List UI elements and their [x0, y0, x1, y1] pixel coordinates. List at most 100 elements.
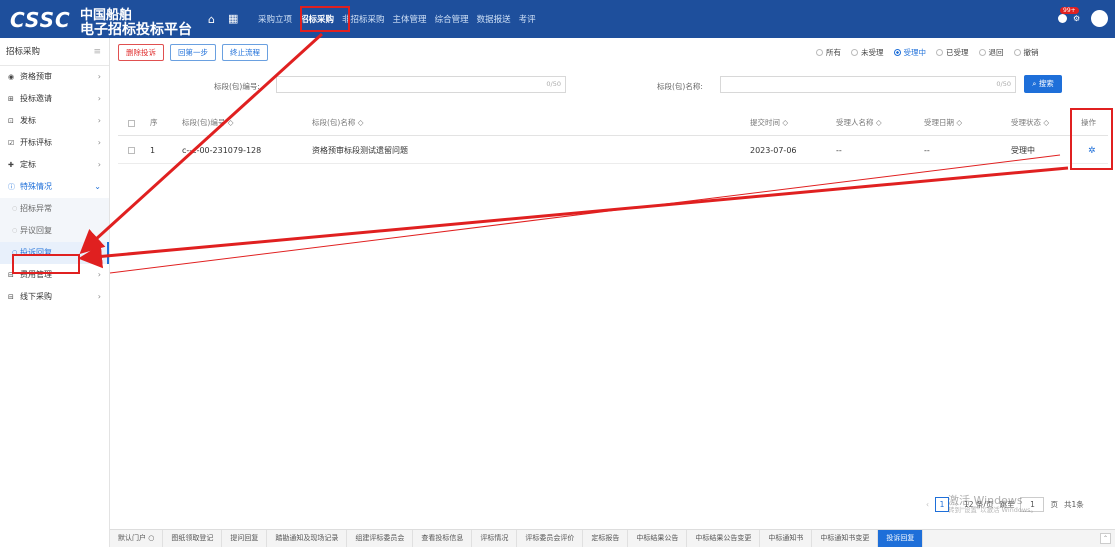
- tab-complaint-reply[interactable]: 投诉回复: [878, 530, 924, 547]
- char-count: 0/50: [996, 80, 1011, 88]
- sidebar-item-label: 特殊情况: [20, 182, 52, 191]
- sidebar-title: 招标采购 ≡: [0, 38, 109, 66]
- bell-icon[interactable]: [1058, 14, 1067, 23]
- app-root: CSSC 中国船舶 电子招标投标平台 ⌂ ▦ 采购立项 招标采购 非招标采购 主…: [0, 0, 1115, 547]
- chevron-right-icon: ›: [97, 138, 101, 147]
- chevron-down-icon: ⌄: [94, 182, 101, 191]
- search-button-label: 搜索: [1038, 79, 1054, 88]
- invite-icon: ⊞: [8, 95, 14, 103]
- sidebar-sub-label: 异议回复: [20, 226, 52, 235]
- tab-committee[interactable]: 组建评标委员会: [347, 530, 414, 547]
- delete-complaint-button[interactable]: 删除投诉: [118, 44, 164, 61]
- select-all-checkbox[interactable]: [128, 110, 135, 136]
- sidebar-sub-exception[interactable]: ○ 招标异常: [0, 198, 109, 220]
- nav-item-general[interactable]: 综合管理: [435, 13, 469, 25]
- row-checkbox[interactable]: [128, 138, 135, 164]
- nav-item-report[interactable]: 数据报送: [477, 13, 511, 25]
- offline-icon: ⊟: [8, 293, 14, 301]
- tab-award-report[interactable]: 定标报告: [583, 530, 629, 547]
- notification-badge: 99+: [1060, 7, 1079, 14]
- col-acceptor[interactable]: 受理人名称 ◇: [836, 110, 882, 136]
- sidebar-sub-objection[interactable]: ○ 异议回复: [0, 220, 109, 242]
- col-status[interactable]: 受理状态 ◇: [1011, 110, 1049, 136]
- tab-result-change[interactable]: 中标结果公告变更: [687, 530, 761, 547]
- sidebar-item-label: 定标: [20, 160, 36, 169]
- radio-checked-icon: [893, 49, 901, 56]
- home-icon[interactable]: ⌂: [208, 13, 215, 26]
- tab-committee-eval[interactable]: 评标委员会评价: [517, 530, 584, 547]
- radio-label: 未受理: [861, 48, 884, 57]
- avatar[interactable]: [1091, 10, 1108, 27]
- sidebar-title-label: 招标采购: [6, 47, 41, 57]
- menu-collapse-icon[interactable]: ≡: [93, 38, 101, 66]
- tab-win-letter[interactable]: 中标通知书: [760, 530, 813, 547]
- col-name[interactable]: 标段(包)名称 ◇: [312, 110, 364, 136]
- doc-icon: ⊡: [8, 117, 14, 125]
- prev-page-icon[interactable]: ‹: [926, 500, 929, 509]
- page-current[interactable]: 1: [935, 497, 949, 512]
- page-suffix: 页: [1050, 500, 1058, 509]
- sidebar-item-award[interactable]: ✚ 定标 ›: [0, 154, 109, 176]
- back-first-step-button[interactable]: 回第一步: [170, 44, 216, 61]
- radio-label: 退回: [988, 48, 1004, 57]
- col-accept-date[interactable]: 受理日期 ◇: [924, 110, 962, 136]
- sidebar-item-opening[interactable]: ☑ 开标评标 ›: [0, 132, 109, 154]
- code-search-label: 标段(包)编号:: [214, 82, 260, 91]
- tab-qa[interactable]: 提问回复: [222, 530, 268, 547]
- sidebar-item-label: 线下采购: [20, 292, 52, 301]
- tab-drawing[interactable]: 图纸领取登记: [163, 530, 223, 547]
- tab-win-letter-change[interactable]: 中标通知书变更: [812, 530, 879, 547]
- row-code: c--c-00-231079-128: [182, 146, 262, 155]
- radio-all[interactable]: 所有: [816, 47, 841, 58]
- table-row[interactable]: 1 c--c-00-231079-128 资格预审标段测试遗留问题 2023-0…: [118, 138, 1108, 164]
- radio-returned[interactable]: 退回: [978, 47, 1004, 58]
- sidebar-item-offline[interactable]: ⊟ 线下采购 ›: [0, 286, 109, 308]
- settings-icon[interactable]: ⚙: [1073, 14, 1080, 23]
- sidebar-item-label: 发标: [20, 116, 36, 125]
- sidebar-item-special[interactable]: ⓘ 特殊情况 ⌄: [0, 176, 109, 198]
- tab-result-notice[interactable]: 中标结果公告: [628, 530, 688, 547]
- tab-eval-status[interactable]: 评标情况: [472, 530, 518, 547]
- sidebar-item-issue[interactable]: ⊡ 发标 ›: [0, 110, 109, 132]
- tab-bid-info[interactable]: 查看投标信息: [413, 530, 473, 547]
- chevron-right-icon: ›: [97, 292, 101, 301]
- radio-accepted[interactable]: 已受理: [936, 47, 969, 58]
- col-submit-time[interactable]: 提交时间 ◇: [750, 110, 788, 136]
- pin-icon: ✚: [8, 161, 14, 169]
- sidebar-item-invite[interactable]: ⊞ 投标邀请 ›: [0, 88, 109, 110]
- radio-accepting[interactable]: 受理中: [893, 47, 927, 58]
- status-badge: 受理中: [1011, 146, 1035, 155]
- radio-revoked[interactable]: 撤销: [1013, 47, 1039, 58]
- sidebar-item-prequal[interactable]: ◉ 资格预审 ›: [0, 66, 109, 88]
- table-header: 序 标段(包)编号 ◇ 标段(包)名称 ◇ 提交时间 ◇ 受理人名称 ◇ 受理日…: [118, 110, 1108, 136]
- apps-grid-icon[interactable]: ▦: [228, 12, 238, 25]
- bottom-tabbar: 默认门户 ○ 图纸领取登记 提问回复 踏勘通知及现场记录 组建评标委员会 查看投…: [110, 529, 1115, 547]
- edit-icon: ☑: [8, 139, 15, 147]
- tab-site-visit[interactable]: 踏勘通知及现场记录: [267, 530, 348, 547]
- chevron-up-icon[interactable]: ⌃: [1100, 533, 1111, 544]
- radio-icon: [816, 49, 823, 56]
- bullet-icon: ○: [12, 227, 18, 234]
- tab-portal[interactable]: 默认门户 ○: [110, 530, 164, 547]
- radio-label: 受理中: [903, 48, 927, 57]
- search-button[interactable]: ⌕ 搜索: [1024, 75, 1062, 93]
- nav-item-subject[interactable]: 主体管理: [393, 13, 427, 25]
- toolbar: 删除投诉 回第一步 终止流程: [118, 44, 268, 61]
- radio-icon: [1013, 49, 1021, 56]
- chevron-right-icon: ›: [97, 160, 101, 169]
- code-search-input[interactable]: 0/50: [276, 76, 566, 93]
- col-seq: 序: [150, 118, 158, 127]
- stop-process-button[interactable]: 终止流程: [222, 44, 268, 61]
- nav-item-evaluation[interactable]: 考评: [519, 13, 536, 25]
- sidebar-sub-label: 招标异常: [20, 204, 52, 213]
- sidebar: 招标采购 ≡ ◉ 资格预审 › ⊞ 投标邀请 › ⊡ 发标 › ☑ 开标评标 › ✚ 定标 › ⓘ 特…: [0, 38, 110, 547]
- chevron-right-icon: ›: [97, 94, 101, 103]
- annotation-box-op: [1070, 108, 1113, 170]
- chevron-right-icon: ›: [97, 116, 101, 125]
- platform-name: 电子招标投标平台: [80, 22, 192, 38]
- name-search-input[interactable]: 0/50: [720, 76, 1016, 93]
- sidebar-item-label: 开标评标: [20, 138, 52, 147]
- radio-unaccepted[interactable]: 未受理: [851, 47, 884, 58]
- col-code[interactable]: 标段(包)编号 ◇: [182, 110, 234, 136]
- nav-item-project[interactable]: 采购立项: [258, 13, 292, 25]
